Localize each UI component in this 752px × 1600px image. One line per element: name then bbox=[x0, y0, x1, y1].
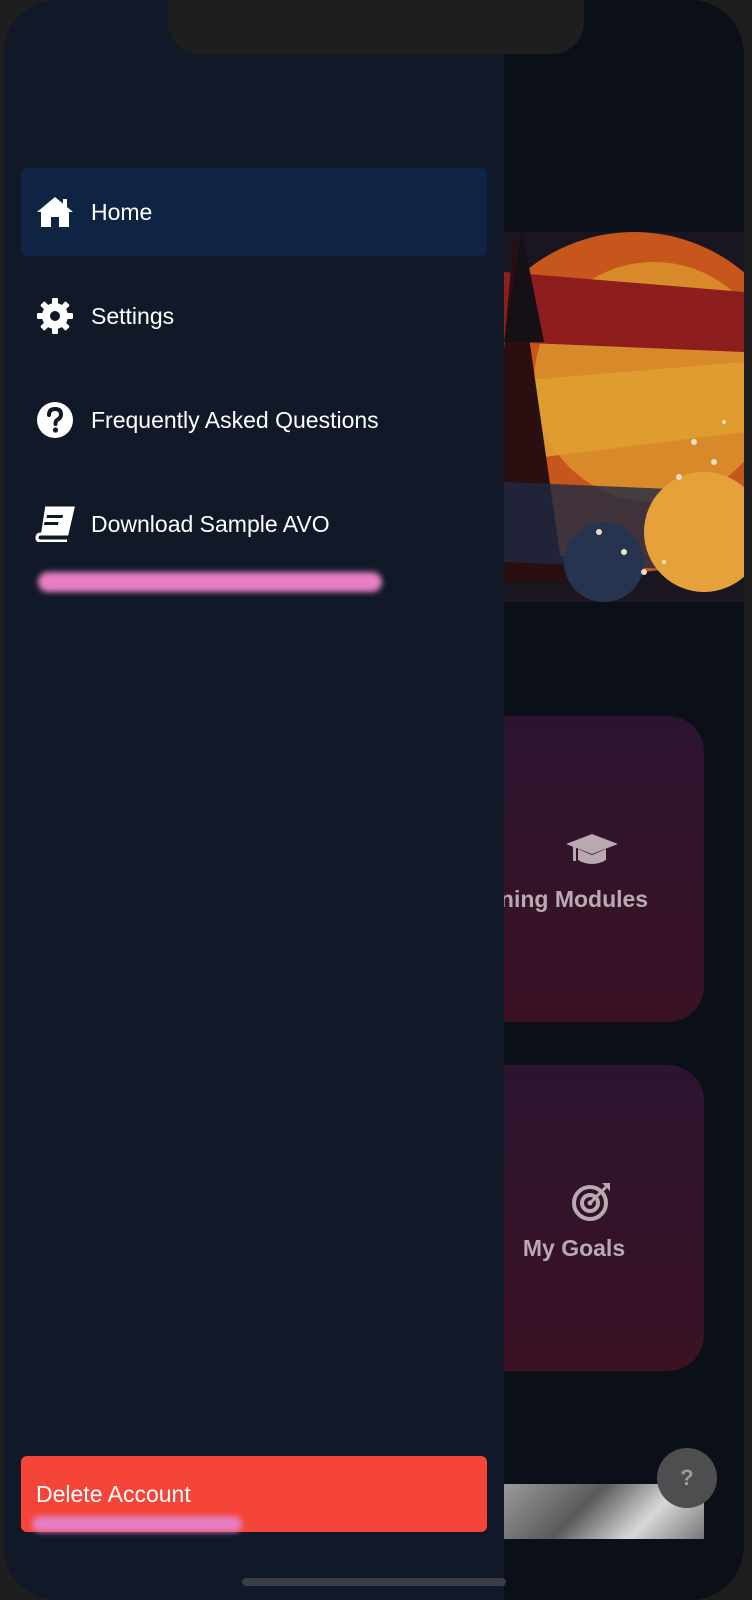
question-circle-icon bbox=[35, 400, 75, 440]
drawer-item-download-sample[interactable]: Download Sample AVO bbox=[21, 480, 487, 568]
drawer-item-label: Download Sample AVO bbox=[91, 510, 330, 537]
redacted-text bbox=[38, 572, 382, 592]
phone-screen: ning Modules My Goals ? Home Settings Fr… bbox=[4, 0, 744, 1600]
redacted-text bbox=[32, 1516, 242, 1532]
drawer-item-home[interactable]: Home bbox=[21, 168, 487, 256]
drawer-item-settings[interactable]: Settings bbox=[21, 272, 487, 360]
target-icon bbox=[564, 1173, 620, 1229]
help-button[interactable]: ? bbox=[657, 1448, 717, 1508]
device-notch bbox=[168, 0, 584, 54]
drawer-item-faq[interactable]: Frequently Asked Questions bbox=[21, 376, 487, 464]
book-icon bbox=[35, 504, 75, 544]
drawer-item-label: Home bbox=[91, 198, 153, 225]
gear-icon bbox=[35, 296, 75, 336]
hero-artwork-image bbox=[504, 232, 744, 602]
drawer-item-label: Frequently Asked Questions bbox=[91, 406, 379, 433]
home-icon bbox=[35, 192, 75, 232]
home-indicator bbox=[242, 1578, 506, 1586]
graduation-cap-icon bbox=[564, 824, 620, 880]
navigation-drawer: Home Settings Frequently Asked Questions… bbox=[4, 0, 504, 1600]
drawer-item-label: Settings bbox=[91, 302, 175, 329]
